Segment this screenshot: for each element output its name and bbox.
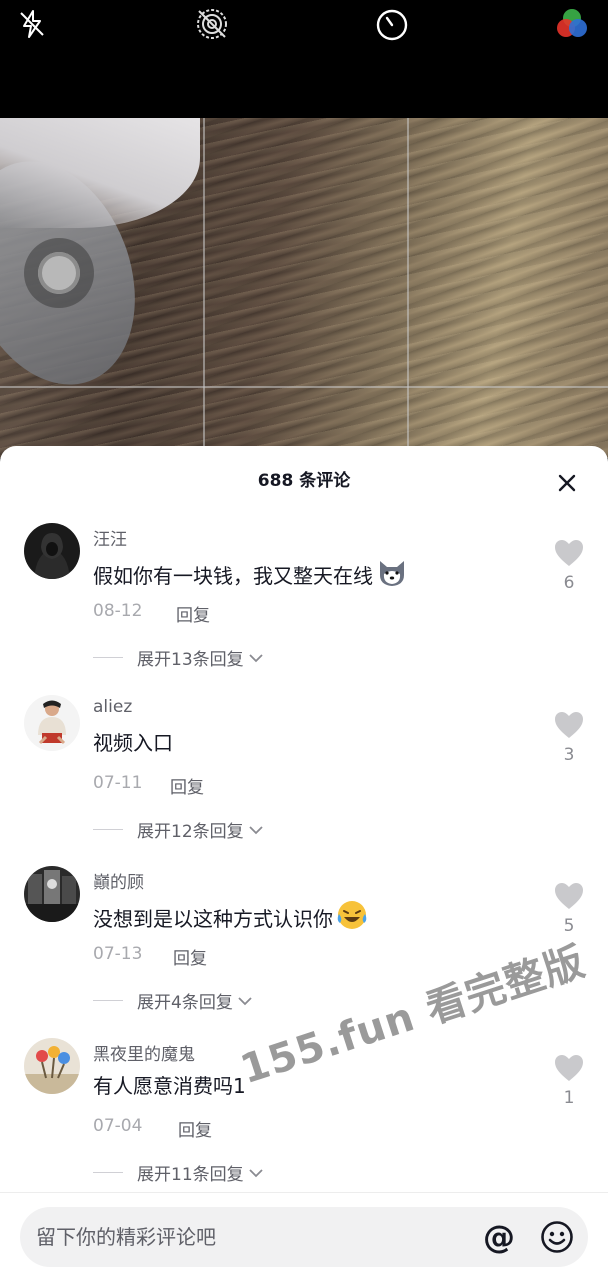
close-icon[interactable] (552, 468, 582, 498)
like-button[interactable]: 6 (554, 539, 584, 593)
expand-replies-label: 展开4条回复 (137, 993, 233, 1013)
expand-replies-label: 展开13条回复 (137, 650, 244, 670)
like-count: 6 (563, 573, 575, 593)
expand-replies-button[interactable]: 展开4条回复 (93, 988, 255, 1013)
divider (93, 657, 123, 658)
chevron-down-icon (249, 1168, 263, 1177)
comment-username[interactable]: aliez (93, 697, 132, 717)
chevron-down-icon (238, 996, 252, 1005)
flash-off-icon[interactable] (14, 6, 50, 42)
comment-date: 08-12 (93, 601, 143, 621)
comment-date: 07-04 (93, 1116, 143, 1136)
expand-replies-button[interactable]: 展开11条回复 (93, 1160, 266, 1185)
emoji-icon[interactable] (540, 1220, 574, 1254)
avatar[interactable] (24, 1038, 80, 1094)
reply-button[interactable]: 回复 (178, 1116, 212, 1141)
comment-text: 有人愿意消费吗1 (93, 1070, 246, 1099)
divider (93, 1000, 123, 1001)
comments-sheet: 688 条评论 汪汪 假如你有一块钱，我又整天在线 08-12 回复 展开13条… (0, 446, 608, 1280)
divider (93, 829, 123, 830)
camera-toolbar (0, 0, 608, 118)
comment-text: 没想到是以这种方式认识你 (93, 898, 369, 937)
comment-text: 假如你有一块钱，我又整天在线 (93, 555, 409, 594)
comment-username[interactable]: 黑夜里的魔鬼 (93, 1040, 195, 1065)
comment-input-container: @ (20, 1207, 588, 1267)
like-button[interactable]: 3 (554, 711, 584, 765)
camera-preview (0, 118, 608, 458)
reply-button[interactable]: 回复 (173, 944, 207, 969)
comment-date: 07-11 (93, 773, 143, 793)
preview-background-shape (0, 118, 200, 228)
reply-button[interactable]: 回复 (170, 773, 204, 798)
comment-text-body: 假如你有一块钱，我又整天在线 (93, 564, 373, 588)
like-button[interactable]: 5 (554, 882, 584, 936)
husky-emoji-icon (375, 555, 409, 594)
chevron-down-icon (249, 825, 263, 834)
comment-text-body: 没想到是以这种方式认识你 (93, 907, 333, 931)
comment-username[interactable]: 巓的顾 (93, 868, 144, 893)
chevron-down-icon (249, 653, 263, 662)
grid-line (407, 118, 409, 458)
expand-replies-button[interactable]: 展开12条回复 (93, 817, 266, 842)
like-button[interactable]: 1 (554, 1054, 584, 1108)
avatar[interactable] (24, 695, 80, 751)
like-count: 3 (563, 745, 575, 765)
timer-icon[interactable] (374, 6, 410, 42)
heart-icon (555, 1055, 583, 1081)
expand-replies-label: 展开11条回复 (137, 1165, 244, 1185)
comment-text: 视频入口 (93, 727, 173, 756)
comment-input[interactable] (36, 1207, 466, 1267)
live-off-icon[interactable] (194, 6, 230, 42)
comment-date: 07-13 (93, 944, 143, 964)
avatar[interactable] (24, 523, 80, 579)
grid-line (203, 118, 205, 458)
expand-replies-button[interactable]: 展开13条回复 (93, 645, 266, 670)
filter-icon[interactable] (554, 6, 590, 42)
comment-username[interactable]: 汪汪 (93, 525, 127, 550)
comment-text-body: 视频入口 (93, 731, 173, 755)
expand-replies-label: 展开12条回复 (137, 822, 244, 842)
reply-button[interactable]: 回复 (176, 601, 210, 626)
heart-icon (555, 540, 583, 566)
comment-item[interactable]: aliez 视频入口 07-11 回复 展开12条回复 3 (0, 695, 608, 865)
laughing-crying-emoji-icon (335, 898, 369, 937)
divider (93, 1172, 123, 1173)
assistive-touch-button[interactable] (24, 238, 94, 308)
grid-line (0, 386, 608, 388)
comment-item[interactable]: 汪汪 假如你有一块钱，我又整天在线 08-12 回复 展开13条回复 6 (0, 523, 608, 693)
assistive-touch-knob (38, 252, 80, 294)
avatar[interactable] (24, 866, 80, 922)
comment-input-bar: @ (0, 1192, 608, 1280)
like-count: 1 (563, 1088, 575, 1108)
comment-text-body: 有人愿意消费吗1 (93, 1074, 246, 1098)
heart-icon (555, 883, 583, 909)
comments-count-title: 688 条评论 (257, 471, 351, 491)
mention-button[interactable]: @ (482, 1218, 516, 1256)
heart-icon (555, 712, 583, 738)
